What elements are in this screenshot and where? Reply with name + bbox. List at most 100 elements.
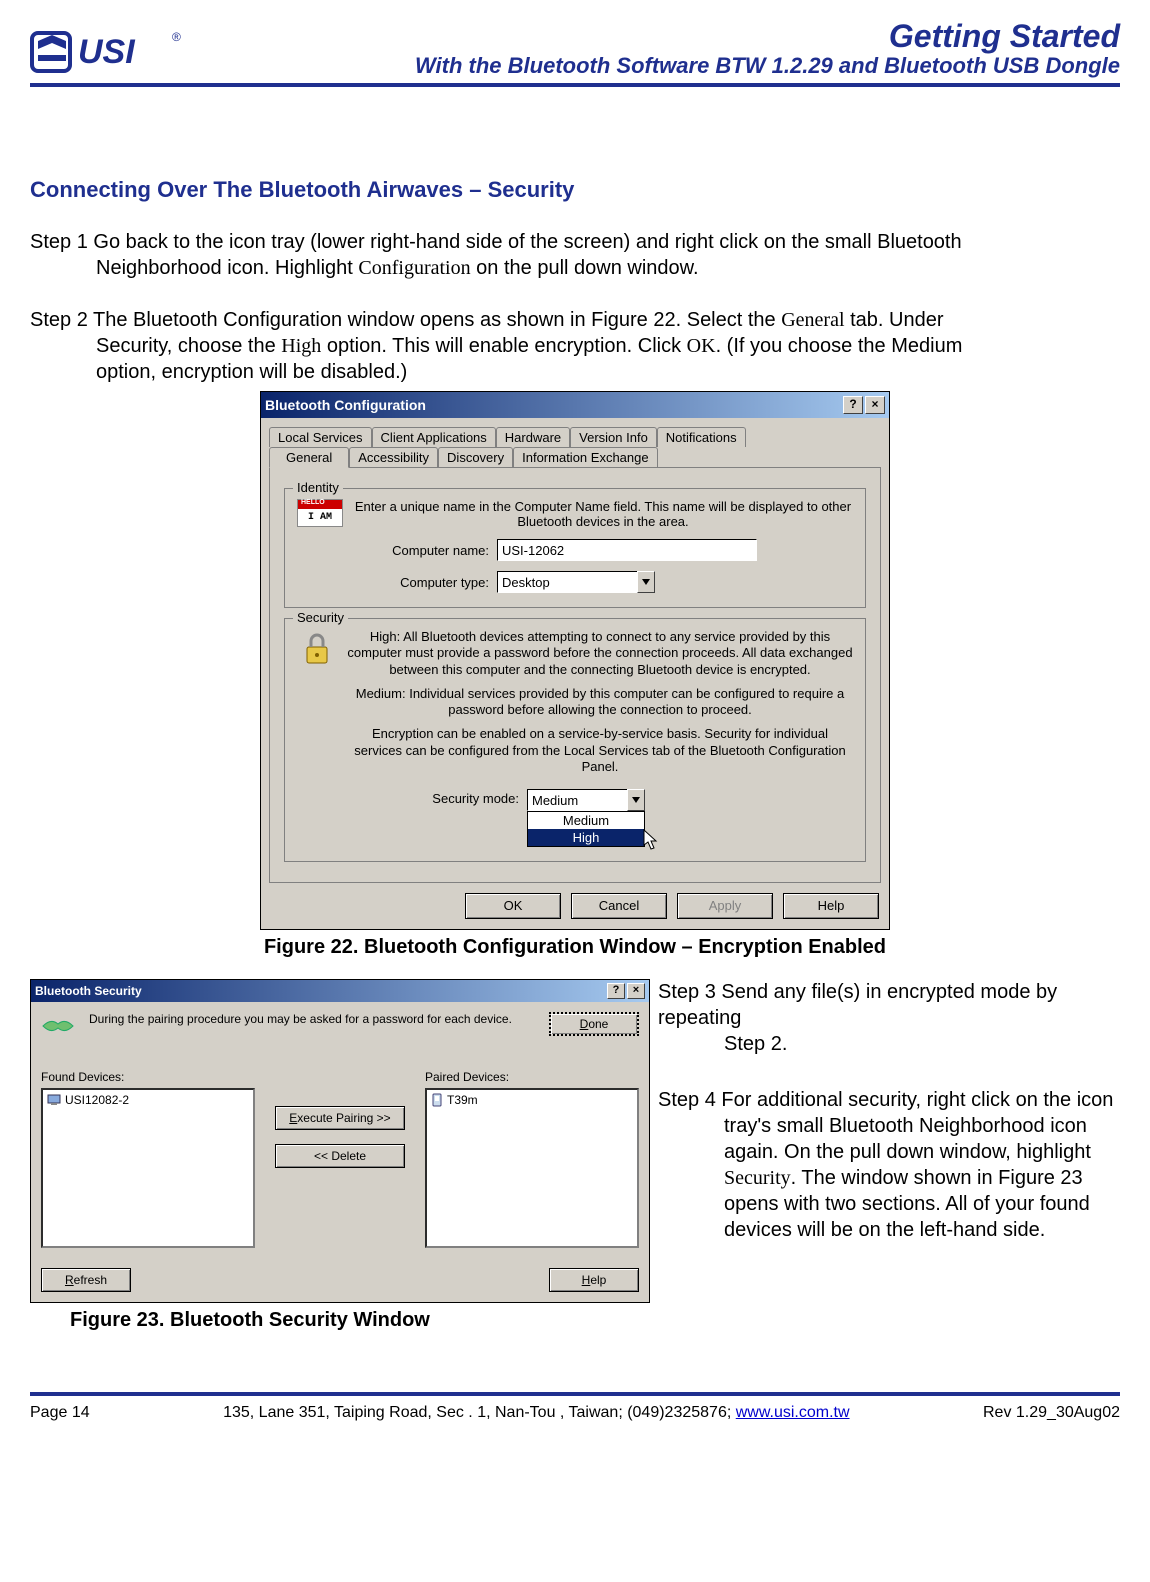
identity-legend: Identity: [293, 480, 343, 495]
tab-information-exchange[interactable]: Information Exchange: [513, 447, 657, 468]
security-mode-value[interactable]: [527, 789, 627, 811]
security-fieldset: Security High:: [284, 618, 866, 862]
paired-devices-list[interactable]: T39m: [425, 1088, 639, 1248]
doc-subtitle: With the Bluetooth Software BTW 1.2.29 a…: [415, 53, 1120, 79]
step-2-line1a: The Bluetooth Configuration window opens…: [93, 309, 781, 331]
doc-title: Getting Started: [415, 18, 1120, 55]
computer-name-input[interactable]: [497, 539, 757, 561]
cancel-button[interactable]: Cancel: [571, 893, 667, 919]
security-mode-label: Security mode:: [297, 789, 527, 806]
security-help-button[interactable]: Help: [549, 1268, 639, 1292]
titlebar-close-button[interactable]: ×: [627, 983, 645, 999]
computer-type-combo[interactable]: [497, 571, 655, 593]
step-2-line1b: tab. Under: [845, 309, 944, 331]
step-2: Step 2 The Bluetooth Configuration windo…: [30, 307, 1120, 385]
tab-version-info[interactable]: Version Info: [570, 427, 657, 447]
help-button[interactable]: Help: [783, 893, 879, 919]
paired-device-name: T39m: [447, 1093, 478, 1107]
tab-client-applications[interactable]: Client Applications: [372, 427, 496, 447]
step-1: Step 1 Go back to the icon tray (lower r…: [30, 229, 1120, 281]
security-encryption-text: Encryption can be enabled on a service-b…: [347, 726, 853, 775]
high-word: High: [281, 335, 321, 357]
done-button[interactable]: Done: [549, 1012, 639, 1036]
page-number: Page 14: [30, 1404, 90, 1422]
section-heading: Connecting Over The Bluetooth Airwaves –…: [30, 177, 1120, 203]
tab-general[interactable]: General: [269, 447, 349, 468]
step-3-line2: Step 2.: [724, 1031, 1120, 1057]
step-1-line2b: on the pull down window.: [471, 257, 699, 279]
config-titlebar[interactable]: Bluetooth Configuration ? ×: [261, 392, 889, 418]
phone-icon: [431, 1093, 443, 1107]
titlebar-close-button[interactable]: ×: [865, 396, 885, 414]
paired-devices-label: Paired Devices:: [425, 1070, 639, 1084]
security-titlebar[interactable]: Bluetooth Security ? ×: [31, 980, 649, 1002]
bluetooth-config-window: Bluetooth Configuration ? × Local Servic…: [260, 391, 890, 930]
refresh-button[interactable]: Refresh: [41, 1268, 131, 1292]
tab-local-services[interactable]: Local Services: [269, 427, 372, 447]
computer-icon: [47, 1094, 61, 1106]
step-3-label: Step 3: [658, 981, 716, 1003]
step-4-line1: For additional security, right click on …: [721, 1089, 1113, 1111]
general-word: General: [781, 309, 844, 331]
security-legend: Security: [293, 610, 348, 625]
figure-23-caption: Figure 23. Bluetooth Security Window: [70, 1309, 650, 1332]
step-4-line2: tray's small Bluetooth Neighborhood icon: [724, 1113, 1120, 1139]
security-high-text: High: All Bluetooth devices attempting t…: [347, 629, 853, 678]
step-2-label: Step 2: [30, 309, 88, 331]
security-mode-dropdown[interactable]: Medium High: [527, 811, 645, 847]
ok-word: OK: [687, 335, 716, 357]
footer-address: 135, Lane 351, Taiping Road, Sec . 1, Na…: [223, 1404, 849, 1422]
chevron-down-icon[interactable]: [627, 789, 645, 811]
handshake-icon: [41, 1012, 75, 1040]
step-4: Step 4 For additional security, right cl…: [658, 1087, 1120, 1243]
security-window-title: Bluetooth Security: [35, 984, 142, 998]
computer-type-value[interactable]: [497, 571, 637, 593]
tab-hardware[interactable]: Hardware: [496, 427, 570, 447]
computer-name-label: Computer name:: [297, 543, 497, 558]
security-mode-combo[interactable]: [527, 789, 645, 811]
step-4-line5: opens with two sections. All of your fou…: [724, 1191, 1120, 1217]
list-item[interactable]: USI12082-2: [45, 1092, 251, 1108]
step-3: Step 3 Send any file(s) in encrypted mod…: [658, 979, 1120, 1057]
step-4-line4: . The window shown in Figure 23: [791, 1167, 1083, 1189]
apply-button[interactable]: Apply: [677, 893, 773, 919]
tab-discovery[interactable]: Discovery: [438, 447, 513, 468]
step-4-line3: again. On the pull down window, highligh…: [724, 1139, 1120, 1165]
usi-logo: USI ®: [30, 27, 190, 79]
page-footer: Page 14 135, Lane 351, Taiping Road, Sec…: [30, 1392, 1120, 1422]
usi-logo-icon: USI ®: [30, 27, 190, 79]
step-3-line1: Send any file(s) in encrypted mode by re…: [658, 981, 1057, 1029]
found-devices-list[interactable]: USI12082-2: [41, 1088, 255, 1248]
step-2-line3: option, encryption will be disabled.): [96, 359, 1120, 385]
execute-pairing-button[interactable]: Execute Pairing >>: [275, 1106, 405, 1130]
tab-notifications[interactable]: Notifications: [657, 427, 746, 447]
bluetooth-security-window: Bluetooth Security ? × During the pairin…: [30, 979, 650, 1303]
security-option-medium[interactable]: Medium: [528, 812, 644, 829]
identity-description: Enter a unique name in the Computer Name…: [353, 499, 853, 529]
svg-text:®: ®: [172, 30, 181, 44]
page-header: USI ® Getting Started With the Bluetooth…: [30, 18, 1120, 87]
found-device-name: USI12082-2: [65, 1093, 129, 1107]
chevron-down-icon[interactable]: [637, 571, 655, 593]
step-4-line6: devices will be on the left-hand side.: [724, 1217, 1120, 1243]
step-1-line1: Go back to the icon tray (lower right-ha…: [93, 231, 961, 253]
titlebar-help-button[interactable]: ?: [843, 396, 863, 414]
list-item[interactable]: T39m: [429, 1092, 635, 1108]
step-2-line2c: . (If you choose the Medium: [716, 335, 963, 357]
step-1-label: Step 1: [30, 231, 88, 253]
step-2-line2a: Security, choose the: [96, 335, 281, 357]
footer-url-link[interactable]: www.usi.com.tw: [736, 1404, 850, 1421]
iam-badge-icon: HELLO I AM: [297, 499, 343, 527]
titlebar-help-button[interactable]: ?: [607, 983, 625, 999]
configuration-word: Configuration: [358, 257, 470, 279]
delete-button[interactable]: << Delete: [275, 1144, 405, 1168]
found-devices-label: Found Devices:: [41, 1070, 255, 1084]
figure-22-caption: Figure 22. Bluetooth Configuration Windo…: [30, 936, 1120, 959]
ok-button[interactable]: OK: [465, 893, 561, 919]
tab-accessibility[interactable]: Accessibility: [349, 447, 438, 468]
footer-revision: Rev 1.29_30Aug02: [983, 1404, 1120, 1422]
step-2-line2b: option. This will enable encryption. Cli…: [321, 335, 686, 357]
config-title: Bluetooth Configuration: [265, 397, 426, 413]
security-option-high[interactable]: High: [528, 829, 644, 846]
security-medium-text: Medium: Individual services provided by …: [347, 686, 853, 719]
